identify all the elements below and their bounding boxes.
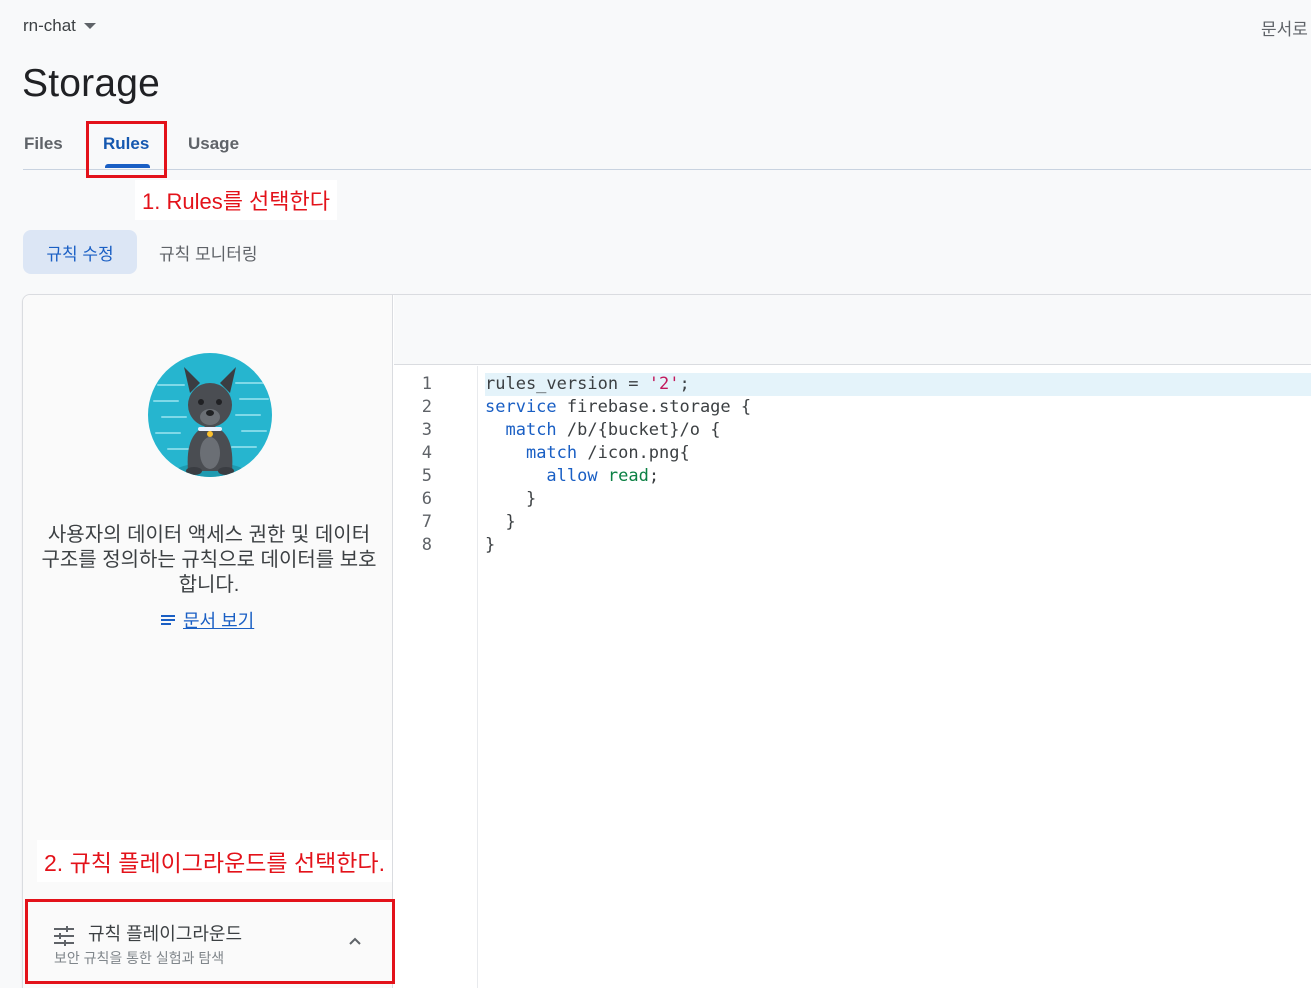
line-number: 4 — [421, 443, 432, 463]
code-line[interactable]: match /icon.png{ — [485, 442, 1311, 465]
annotation-step-2: 2. 규칙 플레이그라운드를 선택한다. — [37, 840, 392, 882]
view-docs-link[interactable]: 문서 보기 — [161, 607, 254, 633]
dog-mascot-illustration — [148, 353, 272, 477]
subtab-edit-rules[interactable]: 규칙 수정 — [23, 230, 137, 274]
chevron-up-icon[interactable] — [348, 934, 362, 948]
line-number: 3 — [421, 420, 432, 440]
annotation-step-1: 1. Rules를 선택한다 — [135, 180, 338, 220]
rules-info-panel: 사용자의 데이터 액세스 권한 및 데이터 구조를 정의하는 규칙으로 데이터를… — [23, 295, 393, 988]
notes-icon — [161, 613, 175, 627]
code-line[interactable]: } — [485, 534, 1311, 557]
code-line[interactable]: match /b/{bucket}/o { — [485, 419, 1311, 442]
editor-toolbar — [394, 295, 1311, 365]
code-line[interactable]: } — [485, 511, 1311, 534]
tune-icon — [54, 926, 74, 946]
line-number: 2 — [421, 397, 432, 417]
view-docs-label: 문서 보기 — [183, 611, 255, 631]
docs-link[interactable]: 문서로 — [1261, 15, 1308, 40]
line-number: 6 — [421, 489, 432, 509]
line-number: 8 — [421, 535, 432, 555]
code-line[interactable]: rules_version = '2'; — [485, 373, 1311, 396]
storage-rules-page: rn-chat 문서로 Storage Files Rules Usage 1.… — [0, 0, 1311, 988]
line-number: 5 — [421, 466, 432, 486]
rules-description: 사용자의 데이터 액세스 권한 및 데이터 구조를 정의하는 규칙으로 데이터를… — [41, 524, 377, 596]
rules-playground-toggle[interactable]: 규칙 플레이그라운드 보안 규칙을 통한 실험과 탐색 — [25, 899, 395, 984]
annotation-highlight-rules — [86, 121, 167, 178]
page-title: Storage — [22, 62, 160, 105]
tab-files[interactable]: Files — [24, 134, 63, 154]
playground-subtitle: 보안 규칙을 통한 실험과 탐색 — [54, 950, 225, 966]
project-selector[interactable]: rn-chat — [23, 16, 96, 36]
line-number: 7 — [421, 512, 432, 532]
playground-title: 규칙 플레이그라운드 — [88, 924, 243, 944]
rules-code-editor[interactable]: rules_version = '2'; service firebase.st… — [479, 366, 1311, 988]
line-number: 1 — [421, 374, 432, 394]
caret-down-icon — [83, 23, 96, 29]
tab-bar: Files Rules Usage — [23, 120, 1311, 170]
tab-usage[interactable]: Usage — [188, 134, 239, 154]
line-number-gutter: 1 2 3 4 5 6 7 8 — [394, 366, 478, 988]
code-line[interactable]: allow read; — [485, 465, 1311, 488]
project-name: rn-chat — [23, 16, 76, 35]
rules-editor-card: 사용자의 데이터 액세스 권한 및 데이터 구조를 정의하는 규칙으로 데이터를… — [22, 294, 1311, 988]
code-line[interactable]: service firebase.storage { — [485, 396, 1311, 419]
code-line[interactable]: } — [485, 488, 1311, 511]
subtab-monitor-rules[interactable]: 규칙 모니터링 — [139, 230, 278, 274]
